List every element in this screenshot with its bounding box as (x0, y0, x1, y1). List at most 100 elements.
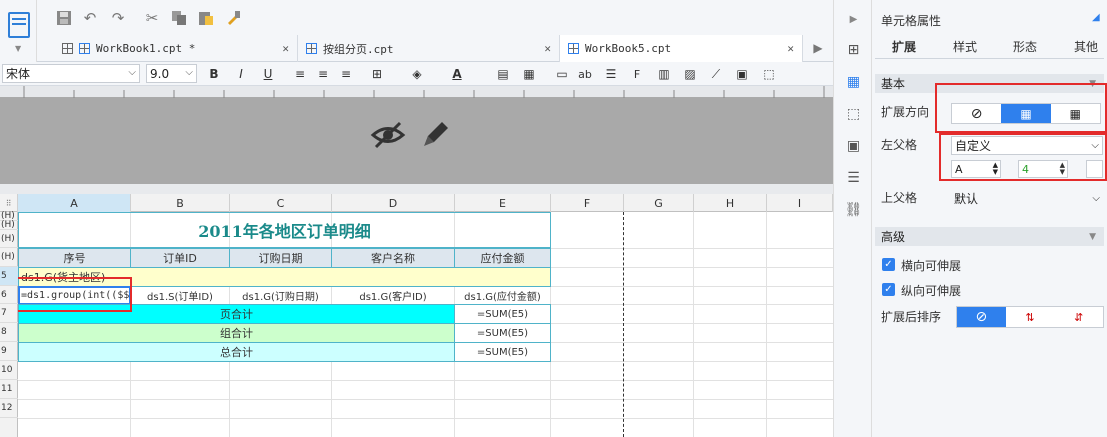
col-header-c[interactable]: C (230, 194, 332, 212)
fill-color-icon[interactable]: ◈ (408, 65, 426, 83)
border-icon[interactable]: ⊞ (368, 65, 386, 83)
sort-ascending-icon[interactable]: ⇅ (1006, 307, 1055, 327)
subreport-icon[interactable]: ▣ (733, 65, 751, 83)
merge-icon[interactable]: ▤ (494, 65, 512, 83)
cut-icon[interactable]: ✂ (143, 9, 161, 27)
row-header-5[interactable]: 5 (0, 267, 18, 286)
unmerge-icon[interactable]: ▦ (520, 65, 538, 83)
group-total-label[interactable]: 组合计 (18, 323, 455, 343)
row-header-4[interactable]: (H) (0, 248, 18, 267)
slash-icon[interactable]: ⟋ (707, 65, 725, 83)
italic-button[interactable]: I (232, 65, 250, 83)
pin-icon[interactable]: ◢ (1092, 12, 1100, 23)
col-header-f[interactable]: F (551, 194, 624, 212)
header-cell[interactable]: 订购日期 (229, 248, 332, 268)
font-size-select[interactable]: 9.0 ⌵ (146, 64, 197, 83)
row-header-2[interactable]: (H) (0, 220, 18, 230)
close-icon[interactable]: ✕ (787, 42, 794, 55)
underline-button[interactable]: U (259, 65, 277, 83)
data-cell[interactable]: ds1.G(客户ID) (331, 286, 455, 305)
grand-total-label[interactable]: 总合计 (18, 342, 455, 362)
align-right-icon[interactable]: ≡ (337, 65, 355, 83)
row-header-9[interactable]: 9 (0, 342, 18, 361)
font-family-select[interactable]: 宋体 ⌵ (2, 64, 140, 83)
tab-form[interactable]: 形态 (1013, 38, 1037, 55)
align-left-icon[interactable]: ≡ (291, 65, 309, 83)
col-header-b[interactable]: B (131, 194, 230, 212)
tab-style[interactable]: 样式 (953, 38, 977, 55)
col-header-i[interactable]: I (767, 194, 833, 212)
condition-icon[interactable]: ☰ (844, 168, 863, 187)
insert-column-icon[interactable]: ☰ (602, 65, 620, 83)
row-header-3[interactable]: (H) (0, 230, 18, 248)
layout-icon[interactable]: ⊞ (844, 40, 863, 59)
bold-button[interactable]: B (205, 65, 223, 83)
header-cell[interactable]: 应付金额 (454, 248, 551, 268)
ruler (0, 86, 833, 98)
copy-icon[interactable] (170, 9, 188, 27)
app-logo[interactable]: ▼ (0, 0, 37, 62)
report-grid[interactable]: 2011年各地区订单明细 序号 订单ID 订购日期 客户名称 应付金额 ds1.… (18, 212, 833, 437)
row-header-12[interactable]: 12 (0, 399, 18, 418)
report-title[interactable]: 2011年各地区订单明细 (18, 212, 551, 248)
section-advanced[interactable]: 高级 ▼ (875, 227, 1104, 246)
format-painter-icon[interactable] (224, 9, 242, 27)
font-color-icon[interactable]: A (448, 65, 466, 83)
collapse-arrow-icon[interactable]: ▶ (844, 10, 863, 29)
edit-pencil-icon[interactable] (420, 118, 452, 153)
data-cell[interactable]: ds1.G(订购日期) (229, 286, 332, 305)
text-icon[interactable]: ab (576, 65, 594, 83)
close-icon[interactable]: ✕ (544, 42, 551, 55)
header-cell[interactable]: 订单ID (130, 248, 230, 268)
close-icon[interactable]: ✕ (282, 42, 289, 55)
sort-after-expand-label: 扩展后排序 (881, 310, 942, 324)
tab-workbook5[interactable]: WorkBook5.cpt ✕ (560, 35, 803, 62)
widget-icon[interactable]: ▣ (844, 136, 863, 155)
tab-other[interactable]: 其他 (1074, 38, 1098, 55)
col-header-h[interactable]: H (694, 194, 767, 212)
formula-icon[interactable]: F (628, 65, 646, 83)
sort-order-group: ⊘ ⇅ ⇵ (956, 306, 1104, 328)
header-cell[interactable]: 客户名称 (331, 248, 455, 268)
hide-eye-icon[interactable] (370, 120, 406, 153)
chart-icon[interactable]: ▥ (655, 65, 673, 83)
grand-total-sum[interactable]: =SUM(E5) (454, 342, 551, 362)
row-header-10[interactable]: 10 (0, 361, 18, 380)
more-icon[interactable]: ⬚ (760, 65, 778, 83)
col-header-a[interactable]: A (18, 194, 131, 212)
col-header-d[interactable]: D (332, 194, 455, 212)
row-header-11[interactable]: 11 (0, 380, 18, 399)
save-icon[interactable] (55, 9, 73, 27)
data-cell[interactable]: ds1.S(订单ID) (130, 286, 230, 305)
tab-menu-icon[interactable]: ▶ (809, 39, 827, 57)
image-icon[interactable]: ▨ (681, 65, 699, 83)
group-total-sum[interactable]: =SUM(E5) (454, 323, 551, 343)
header-cell[interactable]: 序号 (18, 248, 131, 268)
align-center-icon[interactable]: ≡ (314, 65, 332, 83)
tab-workbook1[interactable]: WorkBook1.cpt * ✕ (54, 35, 298, 62)
crop-icon[interactable]: ⬚ (844, 104, 863, 123)
insert-row-icon[interactable]: ▭ (553, 65, 571, 83)
no-sort-icon[interactable]: ⊘ (957, 307, 1006, 327)
vertical-expand-checkbox[interactable]: ✓ (882, 283, 895, 296)
row-header-6[interactable]: 6 (0, 286, 18, 304)
row-header-7[interactable]: 7 (0, 304, 18, 323)
cell-properties-icon[interactable]: ▦ (844, 72, 863, 91)
data-cell[interactable]: ds1.G(应付金额) (454, 286, 551, 305)
paste-icon[interactable] (197, 9, 215, 27)
collapse-icon: ▼ (1089, 231, 1096, 242)
page-total-sum[interactable]: =SUM(E5) (454, 304, 551, 324)
col-header-e[interactable]: E (455, 194, 551, 212)
upper-parent-select[interactable]: 默认 ⌵ (951, 189, 1103, 208)
hyperlink-icon[interactable]: ⛓ (844, 200, 863, 219)
tab-group-paging[interactable]: 按组分页.cpt ✕ (298, 35, 560, 62)
sort-descending-icon[interactable]: ⇵ (1054, 307, 1103, 327)
row-header-8[interactable]: 8 (0, 323, 18, 342)
horizontal-expand-checkbox[interactable]: ✓ (882, 258, 895, 271)
vertical-expand-label: 纵向可伸展 (901, 284, 962, 298)
col-header-g[interactable]: G (624, 194, 694, 212)
undo-icon[interactable]: ↶ (81, 9, 99, 27)
redo-icon[interactable]: ↷ (109, 9, 127, 27)
tab-expand[interactable]: 扩展 (892, 38, 916, 55)
select-all-corner[interactable]: ⠿ (0, 194, 18, 212)
